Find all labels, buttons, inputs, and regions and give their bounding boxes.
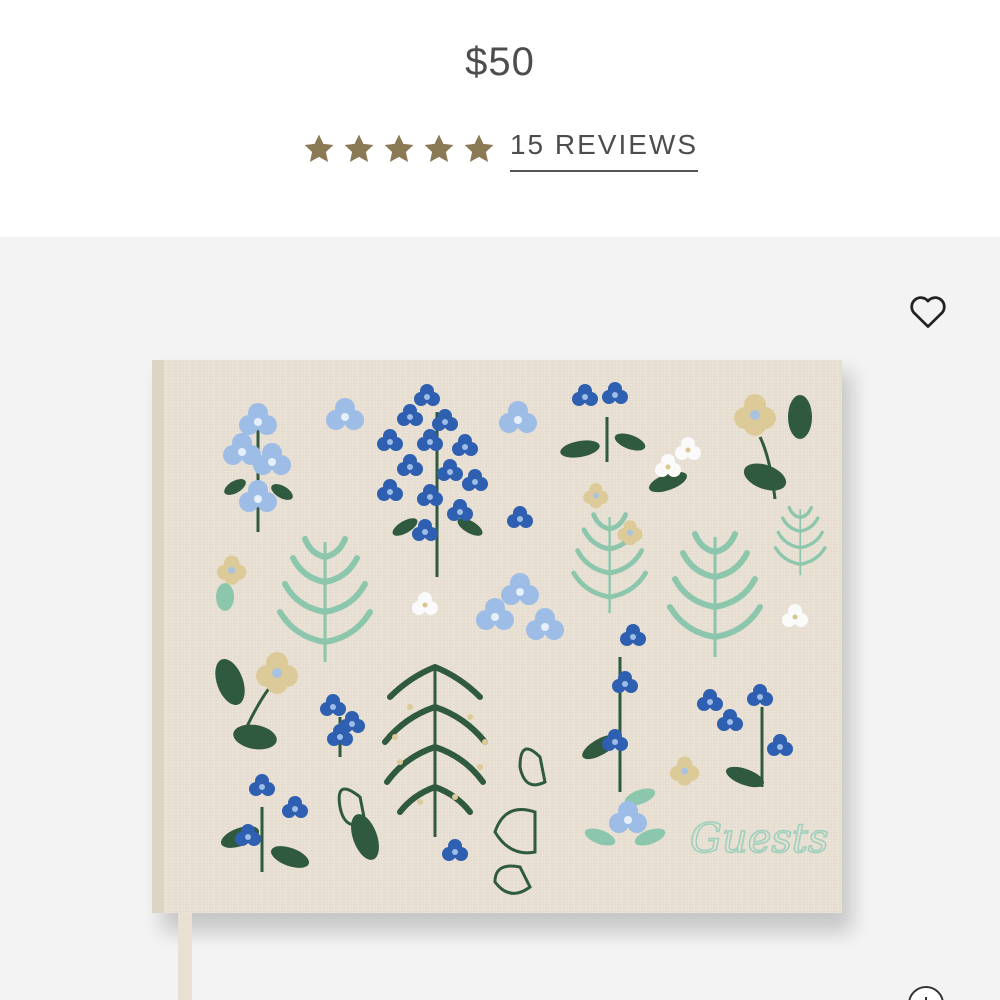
star-rating — [302, 132, 496, 166]
product-price: $50 — [465, 40, 535, 84]
star-icon — [464, 134, 494, 163]
reviews-link[interactable]: 15 REVIEWS — [509, 129, 699, 172]
cover-script-text: Guests — [690, 816, 829, 862]
star-icon — [384, 134, 414, 163]
star-icon — [304, 134, 334, 163]
rating-row: 15 REVIEWS — [0, 128, 1000, 178]
wishlist-button[interactable] — [906, 289, 950, 333]
product-image-gallery[interactable]: Guests — [0, 237, 1000, 1000]
star-icon — [344, 134, 374, 163]
heart-outline-icon — [910, 296, 946, 328]
product-image: Guests — [152, 360, 852, 1000]
star-icon — [424, 134, 454, 163]
